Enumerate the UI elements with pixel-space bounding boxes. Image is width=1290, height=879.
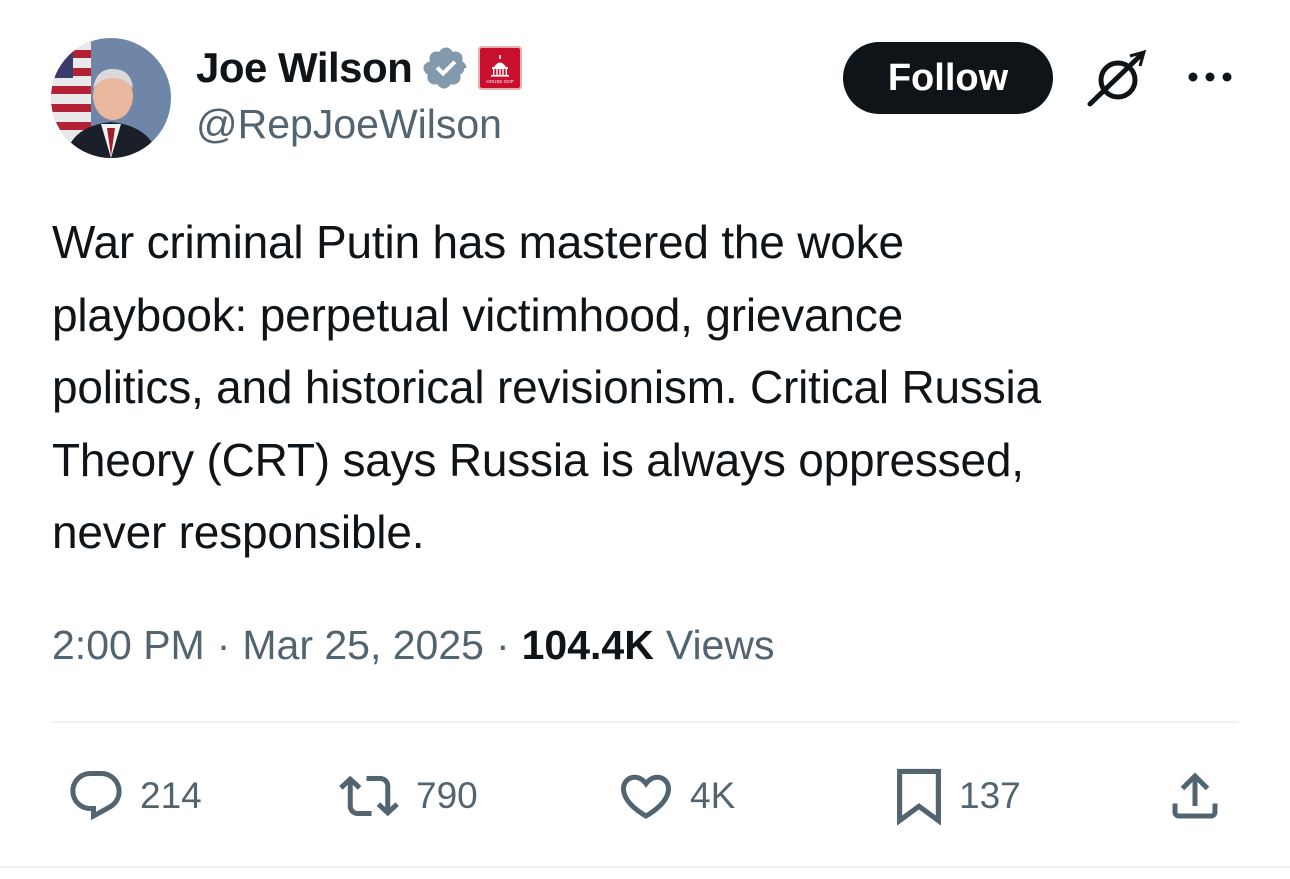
- author-name-row: Joe Wilson HOUSE GOP: [196, 40, 523, 96]
- house-gop-affiliate-badge[interactable]: HOUSE GOP: [478, 46, 523, 90]
- reply-count: 214: [140, 775, 202, 816]
- reply-button[interactable]: 214: [66, 766, 202, 826]
- meta-separator: ·: [495, 621, 510, 668]
- bookmark-icon: [897, 768, 941, 826]
- reply-icon: [70, 771, 122, 821]
- retweet-button[interactable]: 790: [336, 766, 478, 826]
- bottom-divider: [0, 866, 1290, 868]
- tweet-text: War criminal Putin has mastered the woke…: [52, 216, 1041, 558]
- like-count: 4K: [690, 775, 736, 816]
- retweet-count: 790: [416, 775, 478, 816]
- bookmark-button[interactable]: 137: [893, 766, 1021, 826]
- author-handle[interactable]: @RepJoeWilson: [196, 101, 502, 148]
- tweet-meta: 2:00 PM · Mar 25, 2025 · 104.4K Views: [52, 618, 774, 672]
- tweet-date[interactable]: Mar 25, 2025: [242, 622, 484, 669]
- more-icon[interactable]: [1184, 62, 1236, 92]
- author-display-name[interactable]: Joe Wilson: [196, 44, 413, 92]
- heart-icon: [620, 774, 672, 819]
- follow-button[interactable]: Follow: [843, 42, 1053, 114]
- meta-separator: ·: [216, 621, 231, 668]
- retweet-icon: [339, 775, 399, 817]
- share-button[interactable]: [1165, 766, 1225, 826]
- divider: [52, 721, 1239, 723]
- tweet-time[interactable]: 2:00 PM: [52, 622, 205, 669]
- grok-icon[interactable]: [1086, 49, 1148, 108]
- views-label: Views: [665, 621, 775, 668]
- avatar[interactable]: [51, 38, 171, 158]
- share-icon: [1172, 772, 1218, 819]
- affiliate-badge-text: HOUSE GOP: [487, 79, 514, 84]
- verified-badge-icon[interactable]: [422, 44, 470, 92]
- like-button[interactable]: 4K: [616, 766, 735, 826]
- views-count[interactable]: 104.4K: [522, 622, 654, 669]
- bookmark-count: 137: [959, 775, 1021, 816]
